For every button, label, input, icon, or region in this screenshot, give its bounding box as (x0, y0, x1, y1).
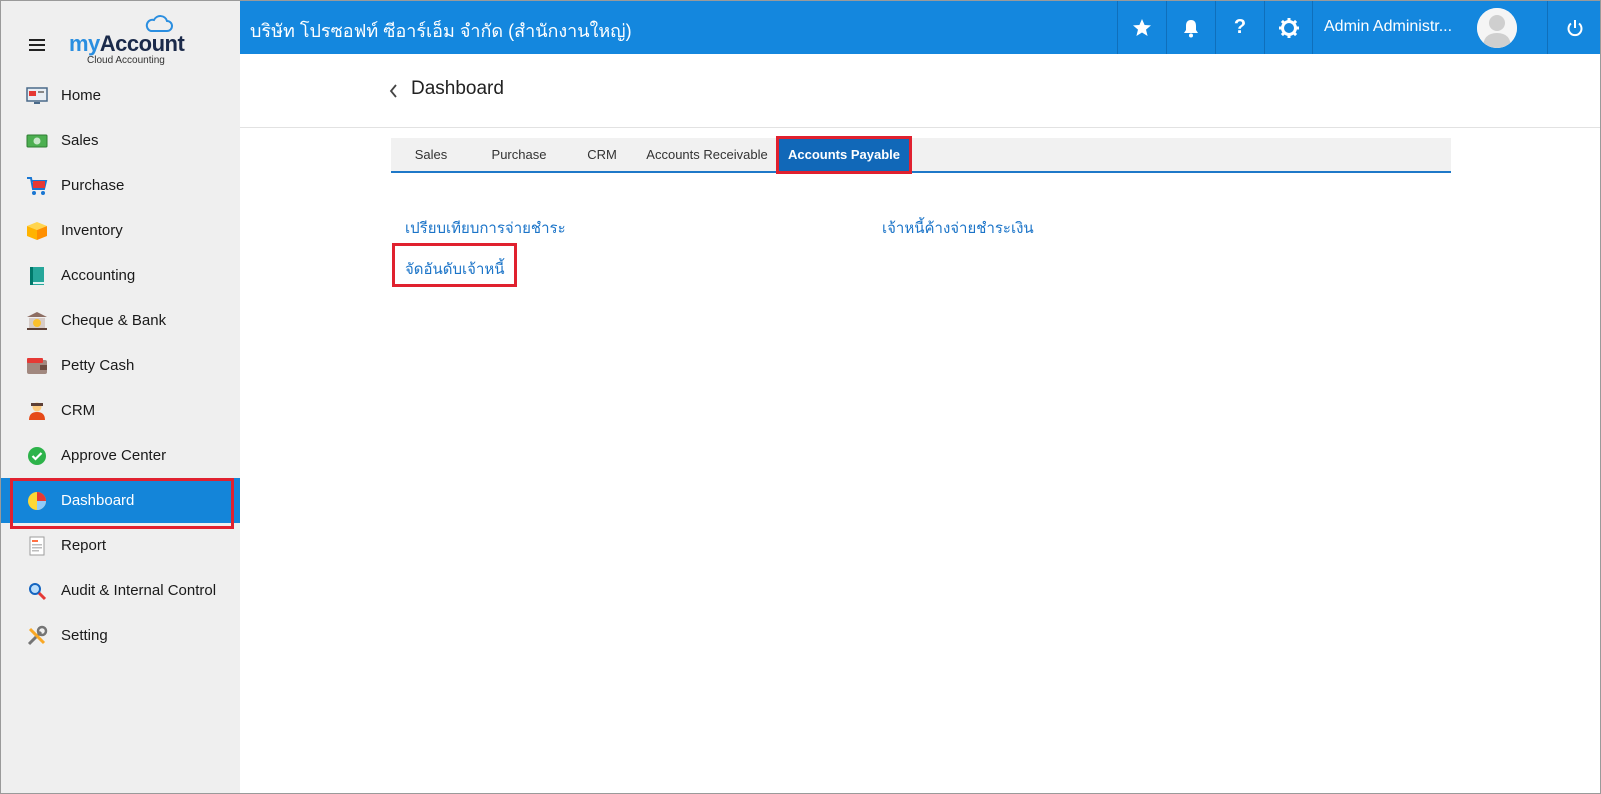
tab-sales[interactable]: Sales (391, 138, 471, 171)
favorites-button[interactable] (1117, 1, 1166, 54)
sidebar-item-label: Audit & Internal Control (61, 582, 217, 599)
cart-icon (25, 175, 49, 197)
sidebar-item-dashboard[interactable]: Dashboard (1, 478, 240, 529)
sidebar-item-purchase[interactable]: Purchase (1, 163, 240, 208)
sidebar-item-inventory[interactable]: Inventory (1, 208, 240, 253)
sidebar-item-label: Inventory (61, 222, 123, 239)
power-icon (1567, 19, 1582, 36)
tools-icon (25, 625, 49, 647)
sidebar-item-label: Petty Cash (61, 357, 135, 374)
logo-subtitle: Cloud Accounting (87, 55, 165, 66)
report-icon (25, 535, 49, 557)
logout-button[interactable] (1547, 1, 1600, 54)
page-title: Dashboard (411, 78, 504, 99)
payment-comparison-link[interactable]: เปรียบเทียบการจ่ายชำระ (405, 216, 566, 240)
sidebar-item-home[interactable]: Home (1, 73, 240, 118)
magnifier-icon (25, 580, 49, 602)
logo-text: myAccount (69, 31, 185, 56)
check-circle-icon (25, 445, 49, 467)
sidebar-item-petty-cash[interactable]: Petty Cash (1, 343, 240, 388)
notifications-button[interactable] (1166, 1, 1215, 54)
page-header: Dashboard (240, 54, 1600, 128)
bank-icon (25, 310, 49, 332)
bell-icon (1184, 19, 1198, 37)
dashboard-tabs: Sales Purchase CRM Accounts Receivable A… (391, 138, 1451, 173)
tab-accounts-receivable[interactable]: Accounts Receivable (637, 138, 777, 171)
monitor-icon (25, 85, 49, 107)
top-bar: บริษัท โปรซอฟท์ ซีอาร์เอ็ม จำกัด (สำนักง… (240, 1, 1600, 54)
hamburger-menu-icon[interactable] (29, 39, 45, 51)
star-icon (1133, 18, 1151, 36)
sidebar-item-label: CRM (61, 402, 96, 419)
user-avatar-icon (1477, 8, 1517, 48)
cash-icon (25, 130, 49, 152)
sidebar-item-cheque-bank[interactable]: Cheque & Bank (1, 298, 240, 343)
user-menu[interactable]: Admin Administr... (1312, 1, 1547, 54)
avatar[interactable] (1477, 8, 1517, 48)
sidebar-item-sales[interactable]: Sales (1, 118, 240, 163)
help-button[interactable]: ? (1215, 1, 1264, 54)
sidebar-item-label: Dashboard (61, 492, 135, 509)
sidebar: myAccount Cloud Accounting Home Sales Pu… (1, 1, 240, 793)
gear-icon (1279, 17, 1299, 38)
sidebar-item-label: Purchase (61, 177, 125, 194)
tab-accounts-payable[interactable]: Accounts Payable (779, 138, 909, 171)
company-name: บริษัท โปรซอฟท์ ซีอาร์เอ็ม จำกัด (สำนักง… (250, 21, 632, 41)
outstanding-payables-link[interactable]: เจ้าหนี้ค้างจ่ายชำระเงิน (882, 216, 1034, 240)
sidebar-item-approve-center[interactable]: Approve Center (1, 433, 240, 478)
sidebar-item-label: Approve Center (61, 447, 167, 464)
wallet-icon (25, 355, 49, 377)
tab-purchase[interactable]: Purchase (471, 138, 567, 171)
app-logo[interactable]: myAccount Cloud Accounting (69, 15, 189, 67)
sidebar-item-label: Home (61, 87, 102, 104)
sidebar-item-report[interactable]: Report (1, 523, 240, 568)
settings-button[interactable] (1264, 1, 1313, 54)
sidebar-item-label: Cheque & Bank (61, 312, 167, 329)
sidebar-item-crm[interactable]: CRM (1, 388, 240, 433)
sidebar-item-setting[interactable]: Setting (1, 613, 240, 658)
sidebar-item-label: Sales (61, 132, 99, 149)
sidebar-item-label: Report (61, 537, 107, 554)
sidebar-item-audit[interactable]: Audit & Internal Control (1, 568, 240, 613)
people-icon (25, 400, 49, 422)
sidebar-item-accounting[interactable]: Accounting (1, 253, 240, 298)
sidebar-item-label: Accounting (61, 267, 136, 284)
creditor-ranking-link[interactable]: จัดอันดับเจ้าหนี้ (405, 257, 505, 281)
sidebar-nav: Home Sales Purchase Inventory Accounting… (1, 73, 240, 658)
brand-area: myAccount Cloud Accounting (1, 1, 240, 73)
box-icon (25, 220, 49, 242)
tab-crm[interactable]: CRM (567, 138, 637, 171)
help-icon: ? (1233, 16, 1247, 38)
user-name: Admin Administr... (1324, 18, 1453, 35)
chevron-left-icon[interactable] (388, 83, 400, 99)
sidebar-item-label: Setting (61, 627, 108, 644)
book-icon (25, 265, 49, 287)
app-window: myAccount Cloud Accounting Home Sales Pu… (0, 0, 1601, 794)
pie-chart-icon (25, 490, 49, 512)
